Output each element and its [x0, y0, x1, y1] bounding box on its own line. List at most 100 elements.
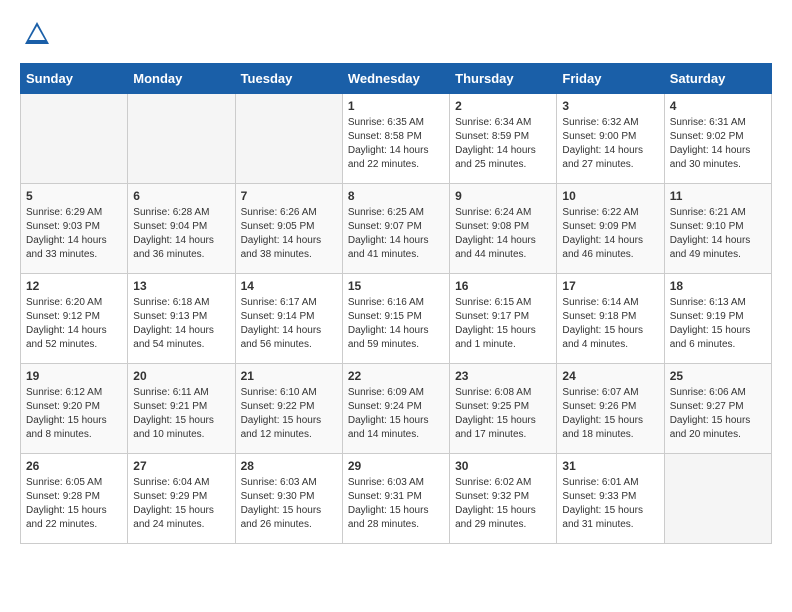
day-number: 20	[133, 369, 229, 383]
day-number: 7	[241, 189, 337, 203]
day-info: Sunrise: 6:05 AMSunset: 9:28 PMDaylight:…	[26, 476, 122, 532]
calendar-cell: 25 Sunrise: 6:06 AMSunset: 9:27 PMDayligh…	[664, 364, 771, 454]
calendar-cell: 27 Sunrise: 6:04 AMSunset: 9:29 PMDayligh…	[128, 454, 235, 544]
day-info: Sunrise: 6:07 AMSunset: 9:26 PMDaylight:…	[562, 386, 658, 442]
day-number: 29	[348, 459, 444, 473]
calendar-cell: 4 Sunrise: 6:31 AMSunset: 9:02 PMDaylight…	[664, 94, 771, 184]
day-info: Sunrise: 6:25 AMSunset: 9:07 PMDaylight:…	[348, 206, 444, 262]
calendar-week-row: 19 Sunrise: 6:12 AMSunset: 9:20 PMDayligh…	[21, 364, 772, 454]
day-number: 13	[133, 279, 229, 293]
day-number: 26	[26, 459, 122, 473]
day-number: 1	[348, 99, 444, 113]
day-number: 23	[455, 369, 551, 383]
calendar-cell: 29 Sunrise: 6:03 AMSunset: 9:31 PMDayligh…	[342, 454, 449, 544]
day-info: Sunrise: 6:31 AMSunset: 9:02 PMDaylight:…	[670, 116, 766, 172]
calendar-week-row: 26 Sunrise: 6:05 AMSunset: 9:28 PMDayligh…	[21, 454, 772, 544]
day-number: 21	[241, 369, 337, 383]
calendar-cell: 12 Sunrise: 6:20 AMSunset: 9:12 PMDayligh…	[21, 274, 128, 364]
column-header-monday: Monday	[128, 64, 235, 94]
day-number: 25	[670, 369, 766, 383]
day-info: Sunrise: 6:03 AMSunset: 9:31 PMDaylight:…	[348, 476, 444, 532]
day-number: 17	[562, 279, 658, 293]
calendar-week-row: 5 Sunrise: 6:29 AMSunset: 9:03 PMDaylight…	[21, 184, 772, 274]
day-info: Sunrise: 6:29 AMSunset: 9:03 PMDaylight:…	[26, 206, 122, 262]
day-info: Sunrise: 6:04 AMSunset: 9:29 PMDaylight:…	[133, 476, 229, 532]
column-header-thursday: Thursday	[450, 64, 557, 94]
day-number: 19	[26, 369, 122, 383]
day-number: 4	[670, 99, 766, 113]
calendar-cell: 15Sunrise: 6:16 AMSunset: 9:15 PMDayligh…	[342, 274, 449, 364]
calendar-cell: 10 Sunrise: 6:22 AMSunset: 9:09 PMDayligh…	[557, 184, 664, 274]
day-number: 9	[455, 189, 551, 203]
day-number: 3	[562, 99, 658, 113]
calendar-cell: 7 Sunrise: 6:26 AMSunset: 9:05 PMDaylight…	[235, 184, 342, 274]
day-info: Sunrise: 6:16 AMSunset: 9:15 PMDaylight:…	[348, 296, 444, 352]
day-info: Sunrise: 6:09 AMSunset: 9:24 PMDaylight:…	[348, 386, 444, 442]
calendar-table: SundayMondayTuesdayWednesdayThursdayFrid…	[20, 63, 772, 544]
calendar-cell: 13 Sunrise: 6:18 AMSunset: 9:13 PMDayligh…	[128, 274, 235, 364]
calendar-cell: 9Sunrise: 6:24 AMSunset: 9:08 PMDaylight…	[450, 184, 557, 274]
calendar-cell: 26 Sunrise: 6:05 AMSunset: 9:28 PMDayligh…	[21, 454, 128, 544]
day-number: 2	[455, 99, 551, 113]
day-info: Sunrise: 6:10 AMSunset: 9:22 PMDaylight:…	[241, 386, 337, 442]
day-number: 6	[133, 189, 229, 203]
calendar-cell: 30Sunrise: 6:02 AMSunset: 9:32 PMDayligh…	[450, 454, 557, 544]
day-info: Sunrise: 6:12 AMSunset: 9:20 PMDaylight:…	[26, 386, 122, 442]
day-info: Sunrise: 6:11 AMSunset: 9:21 PMDaylight:…	[133, 386, 229, 442]
calendar-cell: 3 Sunrise: 6:32 AMSunset: 9:00 PMDaylight…	[557, 94, 664, 184]
day-info: Sunrise: 6:28 AMSunset: 9:04 PMDaylight:…	[133, 206, 229, 262]
day-number: 22	[348, 369, 444, 383]
day-number: 28	[241, 459, 337, 473]
day-info: Sunrise: 6:01 AMSunset: 9:33 PMDaylight:…	[562, 476, 658, 532]
day-number: 27	[133, 459, 229, 473]
day-info: Sunrise: 6:35 AMSunset: 8:58 PMDaylight:…	[348, 116, 444, 172]
day-number: 18	[670, 279, 766, 293]
day-info: Sunrise: 6:32 AMSunset: 9:00 PMDaylight:…	[562, 116, 658, 172]
calendar-cell	[21, 94, 128, 184]
calendar-cell: 20 Sunrise: 6:11 AMSunset: 9:21 PMDayligh…	[128, 364, 235, 454]
logo	[20, 20, 54, 48]
day-info: Sunrise: 6:18 AMSunset: 9:13 PMDaylight:…	[133, 296, 229, 352]
calendar-cell: 1 Sunrise: 6:35 AMSunset: 8:58 PMDaylight…	[342, 94, 449, 184]
day-info: Sunrise: 6:02 AMSunset: 9:32 PMDaylight:…	[455, 476, 551, 532]
calendar-cell: 18Sunrise: 6:13 AMSunset: 9:19 PMDayligh…	[664, 274, 771, 364]
day-info: Sunrise: 6:26 AMSunset: 9:05 PMDaylight:…	[241, 206, 337, 262]
day-info: Sunrise: 6:22 AMSunset: 9:09 PMDaylight:…	[562, 206, 658, 262]
day-number: 14	[241, 279, 337, 293]
column-header-tuesday: Tuesday	[235, 64, 342, 94]
calendar-cell: 16Sunrise: 6:15 AMSunset: 9:17 PMDayligh…	[450, 274, 557, 364]
day-number: 24	[562, 369, 658, 383]
day-number: 11	[670, 189, 766, 203]
calendar-cell: 21 Sunrise: 6:10 AMSunset: 9:22 PMDayligh…	[235, 364, 342, 454]
day-number: 10	[562, 189, 658, 203]
calendar-week-row: 12 Sunrise: 6:20 AMSunset: 9:12 PMDayligh…	[21, 274, 772, 364]
day-number: 12	[26, 279, 122, 293]
day-info: Sunrise: 6:06 AMSunset: 9:27 PMDaylight:…	[670, 386, 766, 442]
day-number: 31	[562, 459, 658, 473]
calendar-cell: 17 Sunrise: 6:14 AMSunset: 9:18 PMDayligh…	[557, 274, 664, 364]
day-info: Sunrise: 6:14 AMSunset: 9:18 PMDaylight:…	[562, 296, 658, 352]
day-number: 5	[26, 189, 122, 203]
calendar-cell: 22 Sunrise: 6:09 AMSunset: 9:24 PMDayligh…	[342, 364, 449, 454]
column-header-sunday: Sunday	[21, 64, 128, 94]
column-header-saturday: Saturday	[664, 64, 771, 94]
calendar-cell: 2 Sunrise: 6:34 AMSunset: 8:59 PMDaylight…	[450, 94, 557, 184]
calendar-cell: 31 Sunrise: 6:01 AMSunset: 9:33 PMDayligh…	[557, 454, 664, 544]
day-info: Sunrise: 6:34 AMSunset: 8:59 PMDaylight:…	[455, 116, 551, 172]
calendar-cell	[664, 454, 771, 544]
day-info: Sunrise: 6:15 AMSunset: 9:17 PMDaylight:…	[455, 296, 551, 352]
calendar-cell: 24 Sunrise: 6:07 AMSunset: 9:26 PMDayligh…	[557, 364, 664, 454]
column-header-friday: Friday	[557, 64, 664, 94]
day-info: Sunrise: 6:03 AMSunset: 9:30 PMDaylight:…	[241, 476, 337, 532]
calendar-header-row: SundayMondayTuesdayWednesdayThursdayFrid…	[21, 64, 772, 94]
calendar-cell: 23 Sunrise: 6:08 AMSunset: 9:25 PMDayligh…	[450, 364, 557, 454]
day-info: Sunrise: 6:08 AMSunset: 9:25 PMDaylight:…	[455, 386, 551, 442]
calendar-week-row: 1 Sunrise: 6:35 AMSunset: 8:58 PMDaylight…	[21, 94, 772, 184]
day-info: Sunrise: 6:21 AMSunset: 9:10 PMDaylight:…	[670, 206, 766, 262]
calendar-cell: 5 Sunrise: 6:29 AMSunset: 9:03 PMDaylight…	[21, 184, 128, 274]
day-info: Sunrise: 6:20 AMSunset: 9:12 PMDaylight:…	[26, 296, 122, 352]
calendar-cell: 8Sunrise: 6:25 AMSunset: 9:07 PMDaylight…	[342, 184, 449, 274]
calendar-cell	[235, 94, 342, 184]
calendar-cell: 19 Sunrise: 6:12 AMSunset: 9:20 PMDayligh…	[21, 364, 128, 454]
calendar-cell: 11 Sunrise: 6:21 AMSunset: 9:10 PMDayligh…	[664, 184, 771, 274]
